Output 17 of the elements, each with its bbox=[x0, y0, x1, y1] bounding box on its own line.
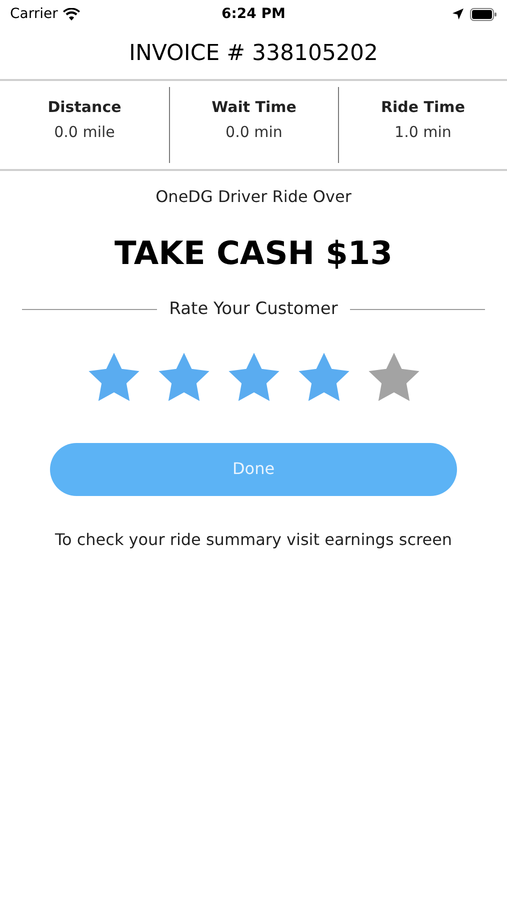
stat-label: Wait Time bbox=[212, 97, 296, 118]
stat-value: 0.0 min bbox=[226, 122, 282, 142]
invoice-title: INVOICE # 338105202 bbox=[128, 40, 378, 68]
done-button[interactable]: Done bbox=[50, 442, 457, 496]
carrier-label: Carrier bbox=[10, 4, 58, 24]
status-time: 6:24 PM bbox=[222, 4, 286, 24]
cash-amount: TAKE CASH $13 bbox=[114, 233, 392, 274]
stat-label: Ride Time bbox=[380, 97, 465, 118]
battery-icon bbox=[470, 8, 497, 20]
earnings-hint: To check your ride summary visit earnings screen bbox=[54, 528, 452, 550]
location-arrow-icon bbox=[452, 8, 464, 20]
rating-label: Rate Your Customer bbox=[169, 298, 338, 321]
wifi-icon bbox=[62, 8, 80, 20]
stat-value: 1.0 min bbox=[394, 122, 452, 142]
stat-value: 0.0 mile bbox=[54, 122, 115, 142]
ride-status-text: OneDG Driver Ride Over bbox=[156, 186, 352, 208]
stat-label: Distance bbox=[48, 97, 122, 118]
